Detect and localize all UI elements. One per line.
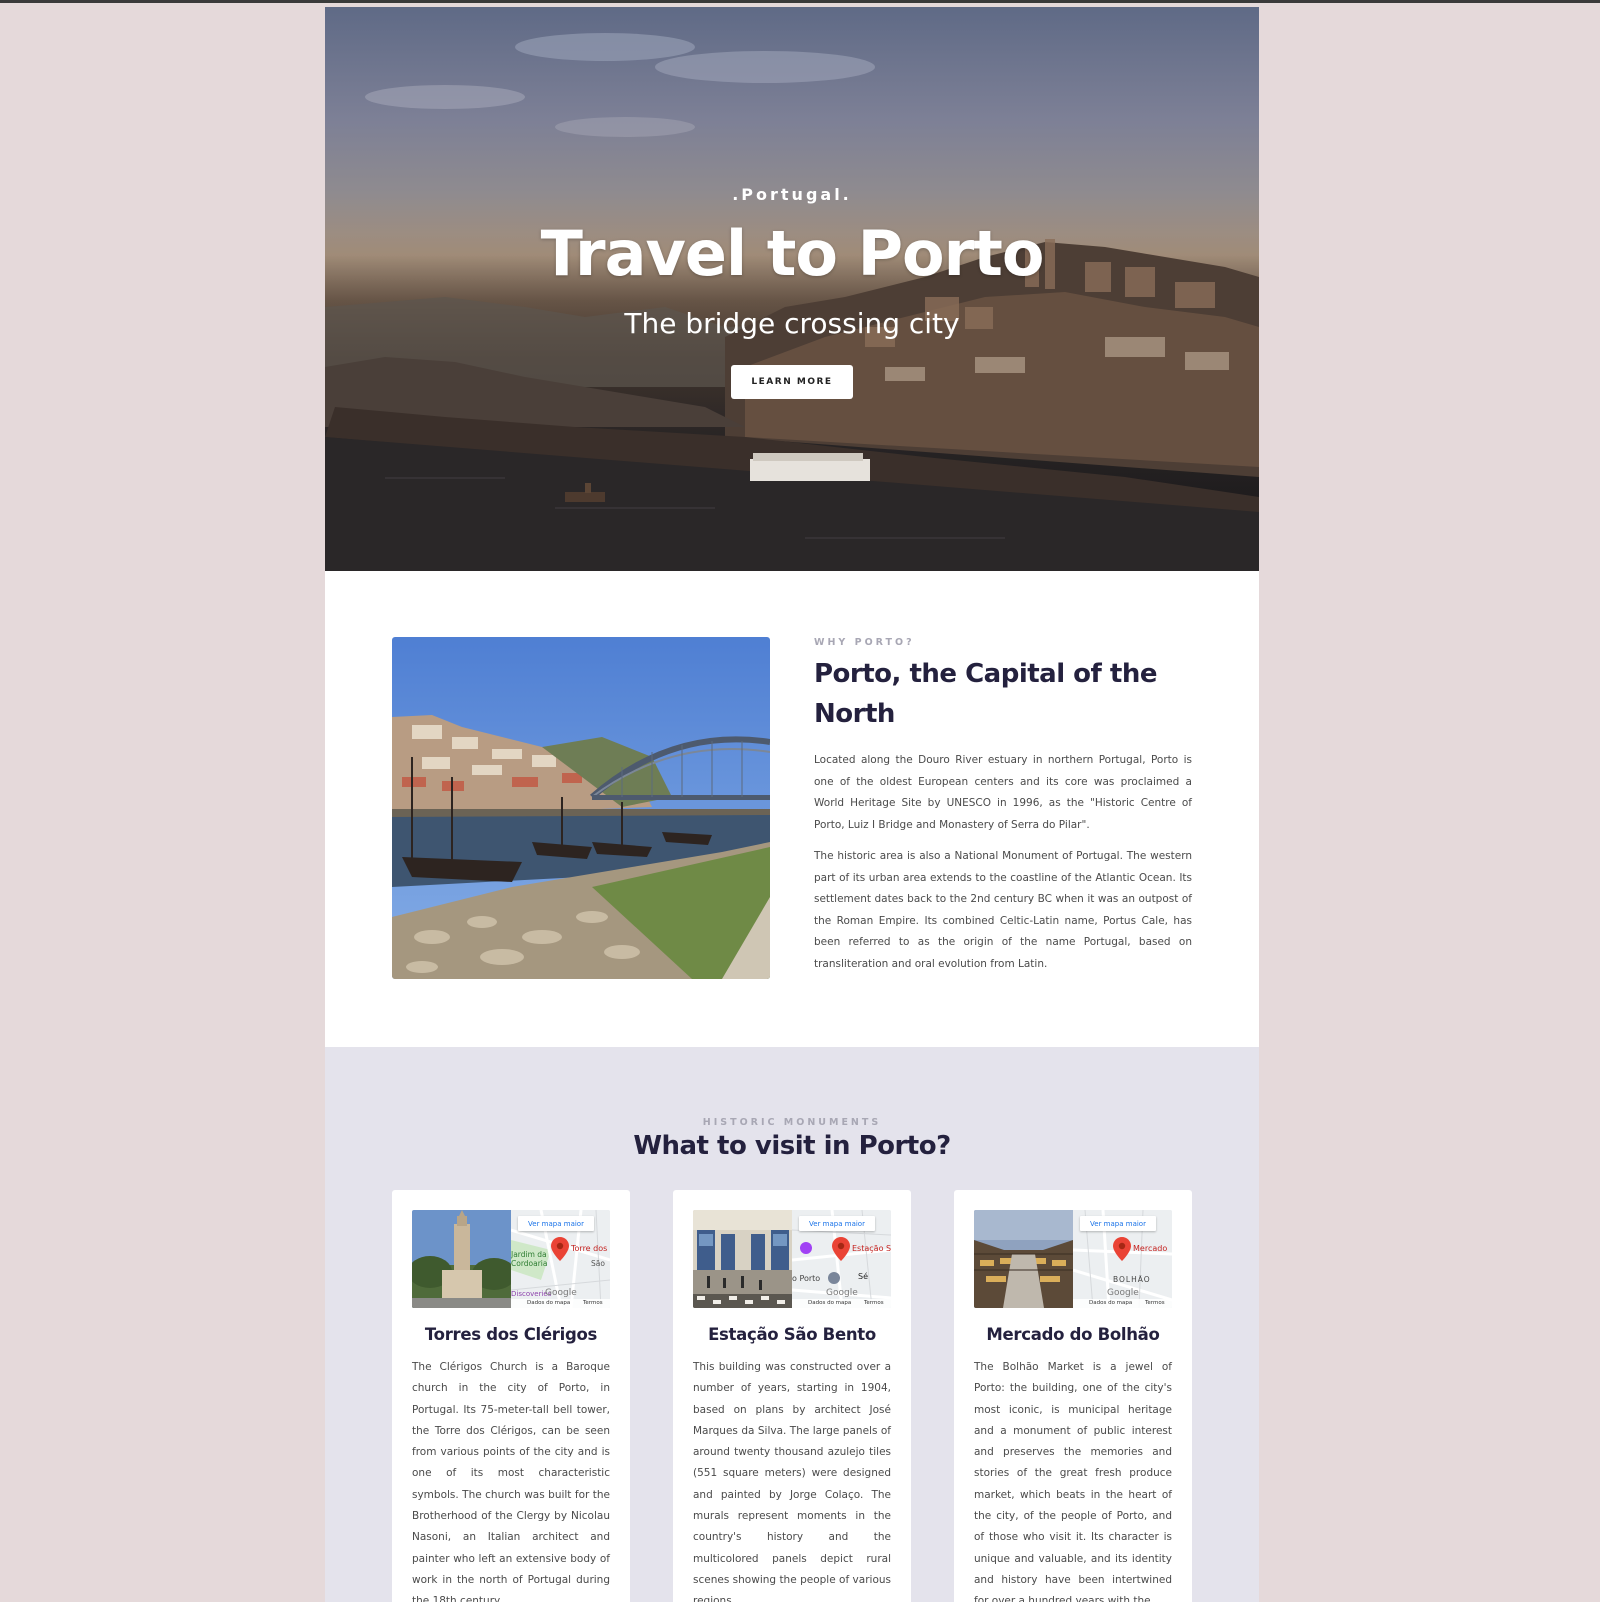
map-pin-icon <box>832 1237 850 1261</box>
google-logo: Google <box>826 1288 858 1298</box>
card-text: The Bolhão Market is a jewel of Porto: t… <box>974 1361 1172 1602</box>
map-label-1: BOLHÃO <box>1113 1275 1151 1284</box>
card-text: The Clérigos Church is a Baroque church … <box>412 1361 610 1602</box>
map-label-2: Sé <box>858 1272 868 1281</box>
learn-more-button[interactable]: LEARN MORE <box>731 365 853 399</box>
why-porto-section: WHY PORTO? Porto, the Capital of the Nor… <box>325 571 1259 1047</box>
map-label-1: o Porto <box>792 1274 821 1283</box>
google-logo: Google <box>545 1288 577 1298</box>
card-text: This building was constructed over a num… <box>693 1361 891 1602</box>
map-data-link[interactable]: Dados do mapa <box>527 1299 570 1308</box>
bolhao-map[interactable]: Ver mapa maior Mercado BOLHÃO Google Dad… <box>1073 1210 1172 1308</box>
why-paragraph-1: Located along the Douro River estuary in… <box>814 754 1192 831</box>
clerigos-map[interactable]: Ver mapa maior Torre dos Jardim da Cordo… <box>511 1210 610 1308</box>
why-heading: Porto, the Capital of the North <box>814 659 1157 729</box>
card-media: Ver mapa maior Torre dos Jardim da Cordo… <box>412 1210 610 1308</box>
hero-title: Travel to Porto <box>540 217 1045 290</box>
transit-icon <box>828 1272 840 1284</box>
map-data-link[interactable]: Dados do mapa <box>1089 1299 1132 1308</box>
map-footer: Dados do mapa Termos <box>1073 1299 1172 1308</box>
monument-card-bolhao: Ver mapa maior Mercado BOLHÃO Google Dad… <box>954 1190 1192 1602</box>
view-larger-map-button[interactable]: Ver mapa maior <box>1080 1216 1156 1231</box>
hero-subtitle: The bridge crossing city <box>624 307 960 340</box>
map-footer: Dados do mapa Termos <box>792 1299 891 1308</box>
map-footer: Dados do mapa Termos <box>511 1299 610 1308</box>
monuments-eyebrow: HISTORIC MONUMENTS <box>702 1117 882 1128</box>
map-place-label: Mercado <box>1133 1244 1168 1253</box>
porto-bridge-photo <box>392 637 770 979</box>
monument-card-sao-bento: Ver mapa maior Estação S o Porto Sé Goog… <box>673 1190 911 1602</box>
map-pin-icon <box>551 1237 569 1261</box>
hero-content: .Portugal. Travel to Porto The bridge cr… <box>325 7 1259 571</box>
sao-bento-map[interactable]: Ver mapa maior Estação S o Porto Sé Goog… <box>792 1210 891 1308</box>
why-eyebrow: WHY PORTO? <box>814 637 915 648</box>
sao-bento-hall-photo <box>693 1210 792 1308</box>
card-title: Estação São Bento <box>708 1325 876 1344</box>
view-larger-map-button[interactable]: Ver mapa maior <box>799 1216 875 1231</box>
map-label-2: Cordoaria <box>511 1259 548 1268</box>
monument-card-clerigos: Ver mapa maior Torre dos Jardim da Cordo… <box>392 1190 630 1602</box>
monuments-section: HISTORIC MONUMENTS What to visit in Port… <box>325 1047 1259 1602</box>
google-logo: Google <box>1107 1288 1139 1298</box>
purple-poi-icon <box>800 1242 812 1254</box>
monuments-heading: What to visit in Porto? <box>633 1131 951 1161</box>
map-label-3: São <box>591 1259 605 1268</box>
card-media: Ver mapa maior Mercado BOLHÃO Google Dad… <box>974 1210 1172 1308</box>
map-pin-icon <box>1113 1237 1131 1261</box>
card-title: Torres dos Clérigos <box>424 1325 598 1344</box>
map-terms-link[interactable]: Termos <box>1145 1299 1165 1308</box>
hero-section: .Portugal. Travel to Porto The bridge cr… <box>325 7 1259 571</box>
why-porto-text: WHY PORTO? Porto, the Capital of the Nor… <box>814 637 1192 975</box>
page: .Portugal. Travel to Porto The bridge cr… <box>325 7 1259 1602</box>
clerigos-tower-photo <box>412 1210 516 1308</box>
view-larger-map-button[interactable]: Ver mapa maior <box>518 1216 594 1231</box>
bolhao-market-photo <box>974 1210 1073 1308</box>
map-terms-link[interactable]: Termos <box>864 1299 884 1308</box>
map-terms-link[interactable]: Termos <box>583 1299 603 1308</box>
card-media: Ver mapa maior Estação S o Porto Sé Goog… <box>693 1210 891 1308</box>
map-place-label: Torre dos <box>571 1244 608 1253</box>
map-place-label: Estação S <box>852 1244 891 1253</box>
map-data-link[interactable]: Dados do mapa <box>808 1299 851 1308</box>
map-label-1: Jardim da <box>511 1250 547 1259</box>
hero-kicker: .Portugal. <box>732 185 852 204</box>
card-title: Mercado do Bolhão <box>986 1325 1160 1344</box>
why-paragraph-2: The historic area is also a National Mon… <box>814 850 1192 970</box>
